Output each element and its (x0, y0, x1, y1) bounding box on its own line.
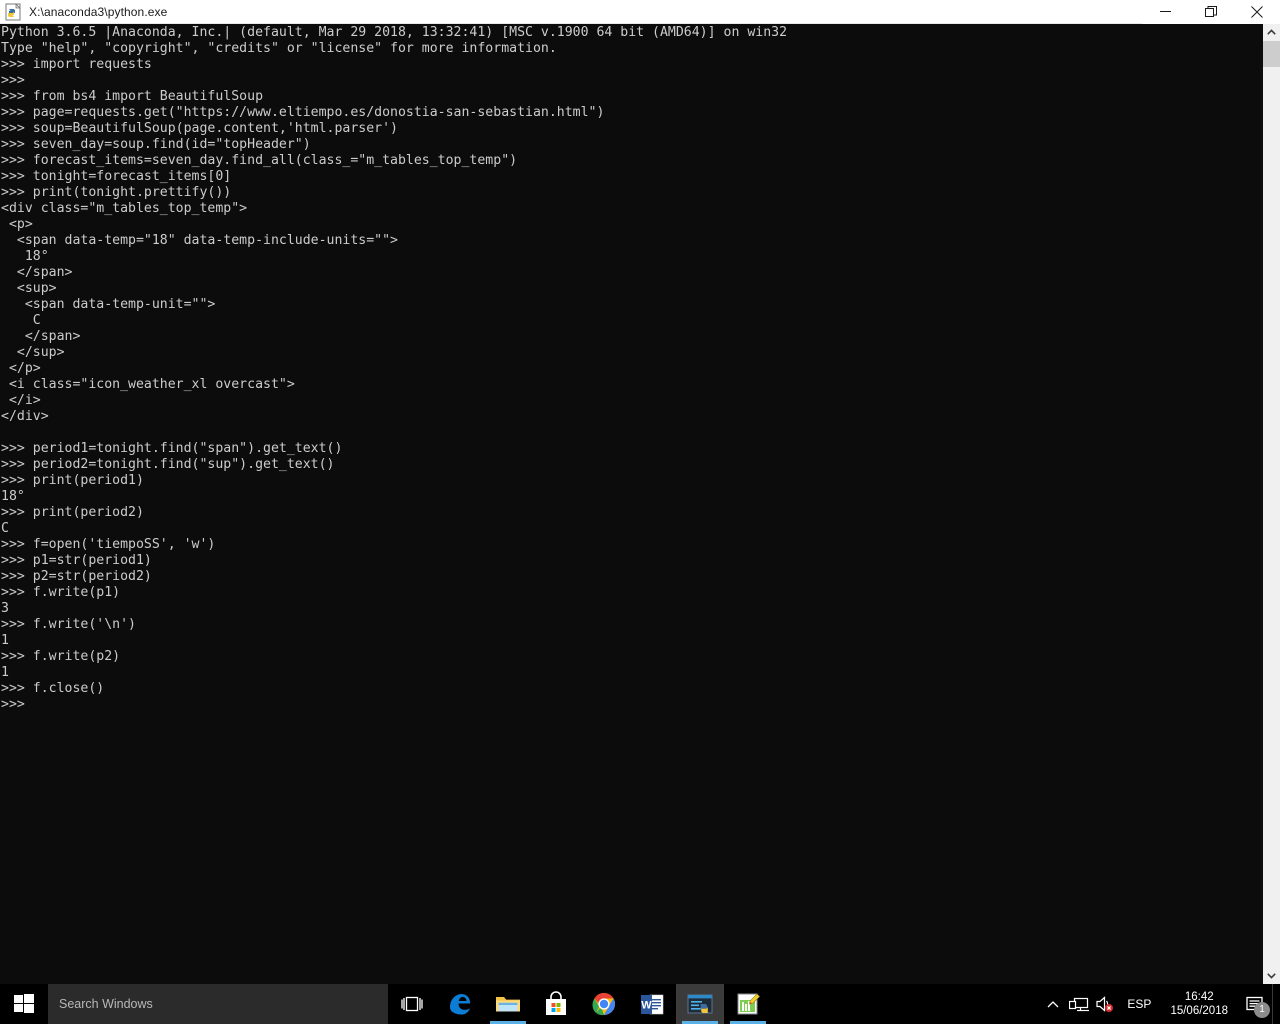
scroll-up-button[interactable] (1263, 24, 1280, 41)
close-button[interactable] (1234, 0, 1280, 24)
taskbar-app-file-explorer[interactable] (484, 984, 532, 1024)
task-view-button[interactable] (388, 984, 436, 1024)
restore-icon (1205, 5, 1217, 17)
window-title: X:\anaconda3\python.exe (29, 4, 168, 19)
chevron-up-icon (1047, 1000, 1059, 1007)
task-view-icon (401, 996, 423, 1012)
taskbar-app-microsoft-word[interactable]: W (628, 984, 676, 1024)
language-indicator[interactable]: ESP (1118, 984, 1160, 1024)
window-controls (1142, 0, 1280, 24)
console-output-area[interactable]: Python 3.6.5 |Anaconda, Inc.| (default, … (0, 24, 1280, 984)
svg-text:W: W (641, 1000, 652, 1012)
volume-muted-icon (1096, 996, 1114, 1012)
taskbar-app-microsoft-edge[interactable] (436, 984, 484, 1024)
file-explorer-icon (496, 997, 520, 1012)
volume-button[interactable] (1092, 984, 1118, 1024)
network-button[interactable] (1066, 984, 1092, 1024)
google-chrome-icon (592, 993, 615, 1016)
minimize-icon (1159, 11, 1171, 12)
title-bar[interactable]: X:\anaconda3\python.exe (0, 0, 1280, 24)
taskbar: Search Windows W ESP 16:42 15/06/2018 1 (0, 984, 1280, 1024)
close-icon (1251, 5, 1263, 18)
windows-logo-icon (14, 994, 34, 1013)
show-hidden-icons-button[interactable] (1040, 984, 1066, 1024)
action-center-button[interactable]: 1 (1238, 984, 1272, 1024)
taskbar-app-list: W (436, 984, 772, 1024)
taskbar-app-google-chrome[interactable] (580, 984, 628, 1024)
start-button[interactable] (0, 984, 48, 1024)
microsoft-store-icon (546, 991, 566, 1015)
scroll-down-button[interactable] (1263, 967, 1280, 984)
search-placeholder: Search Windows (59, 997, 153, 1011)
clock[interactable]: 16:42 15/06/2018 (1160, 984, 1238, 1024)
vertical-scrollbar[interactable] (1263, 24, 1280, 984)
microsoft-edge-icon (450, 994, 470, 1015)
taskbar-app-python-console[interactable] (676, 984, 724, 1024)
taskbar-app-microsoft-store[interactable] (532, 984, 580, 1024)
python-console-icon (687, 994, 713, 1014)
notification-count-badge: 1 (1254, 1002, 1270, 1018)
chevron-up-icon (1267, 29, 1276, 35)
taskbar-app-notepad-plus-plus[interactable] (724, 984, 772, 1024)
chevron-down-icon (1267, 973, 1276, 979)
show-desktop-button[interactable] (1272, 984, 1280, 1024)
console-window: X:\anaconda3\python.exe Python 3.6.5 |An… (0, 0, 1280, 984)
minimize-button[interactable] (1142, 0, 1188, 24)
search-input[interactable]: Search Windows (48, 984, 388, 1024)
microsoft-word-icon: W (641, 994, 664, 1015)
restore-button[interactable] (1188, 0, 1234, 24)
system-tray: ESP 16:42 15/06/2018 1 (1040, 984, 1280, 1024)
scrollbar-thumb[interactable] (1263, 41, 1280, 67)
python-file-icon (5, 2, 23, 21)
clock-date: 15/06/2018 (1170, 1005, 1228, 1017)
notepad-plus-plus-icon (737, 993, 760, 1015)
network-icon (1069, 997, 1090, 1011)
clock-time: 16:42 (1184, 991, 1214, 1003)
scrollbar-track[interactable] (1263, 41, 1280, 967)
console-text: Python 3.6.5 |Anaconda, Inc.| (default, … (1, 25, 788, 712)
